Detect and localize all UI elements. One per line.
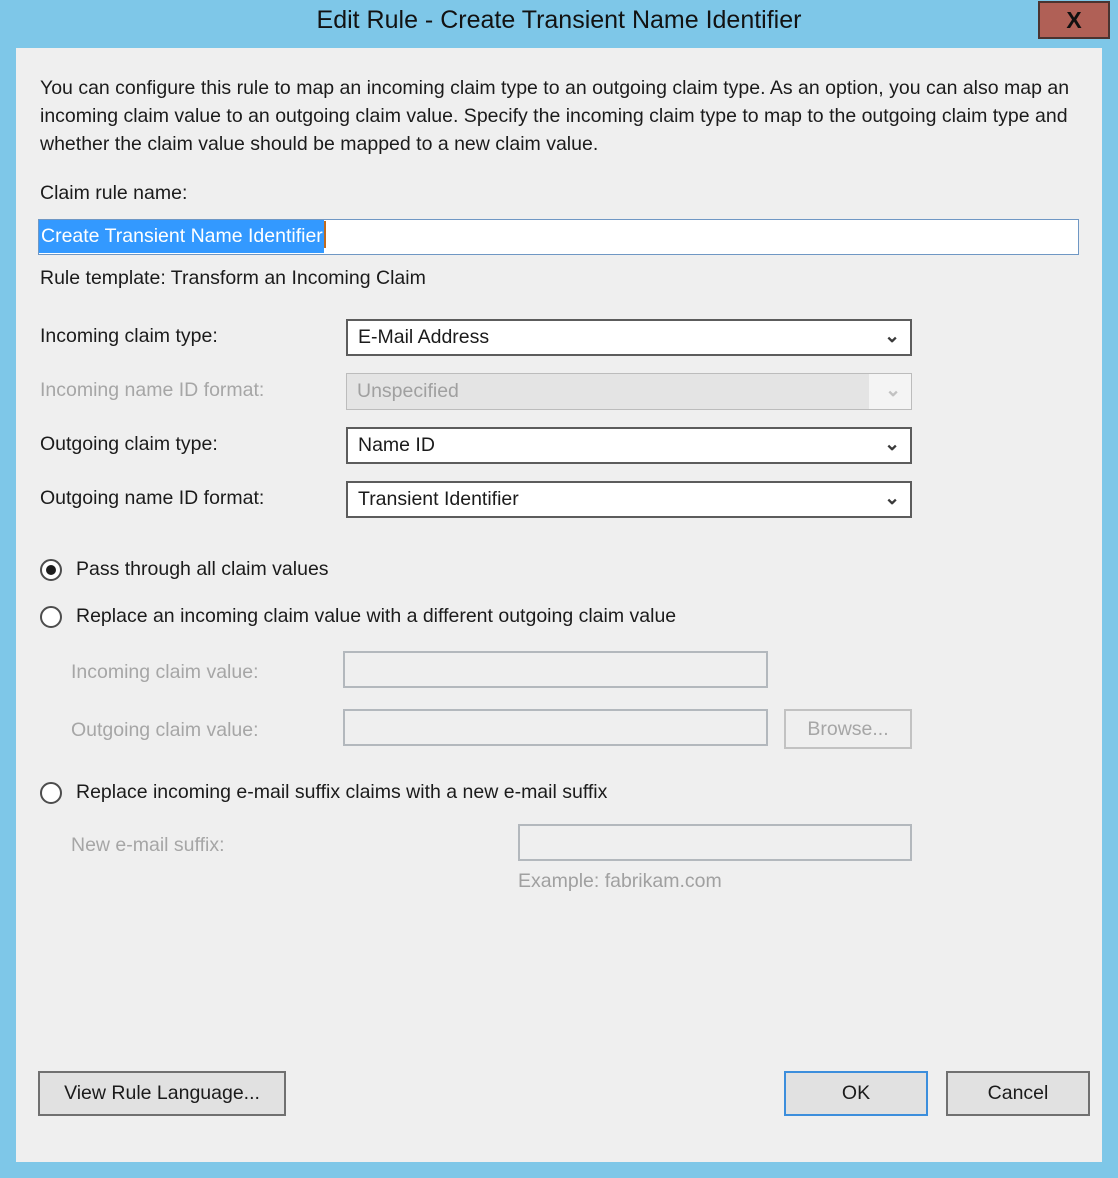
new-email-suffix-label: New e-mail suffix: [71, 834, 225, 857]
chevron-down-icon: ⌄ [884, 483, 900, 516]
chevron-down-icon: ⌄ [884, 429, 900, 462]
radio-button-icon [40, 782, 62, 804]
dialog-title: Edit Rule - Create Transient Name Identi… [0, 0, 1118, 44]
description-text: You can configure this rule to map an in… [40, 74, 1070, 158]
text-caret [324, 221, 326, 248]
chevron-down-icon: ⌄ [884, 321, 900, 354]
incoming-claim-value-input [343, 651, 768, 688]
incoming-claim-type-select[interactable]: E-Mail Address ⌄ [346, 319, 912, 356]
radio-replace-claim-value-label: Replace an incoming claim value with a d… [76, 605, 676, 628]
claim-rule-name-label: Claim rule name: [40, 182, 187, 205]
edit-rule-dialog: Edit Rule - Create Transient Name Identi… [0, 0, 1118, 1178]
claim-rule-name-value: Create Transient Name Identifier [39, 220, 324, 253]
radio-pass-through-label: Pass through all claim values [76, 558, 329, 581]
outgoing-claim-type-label: Outgoing claim type: [40, 433, 218, 456]
incoming-claim-type-label: Incoming claim type: [40, 325, 218, 348]
browse-button: Browse... [784, 709, 912, 749]
incoming-name-id-format-select: Unspecified ⌄ [346, 373, 912, 410]
incoming-name-id-format-label: Incoming name ID format: [40, 379, 264, 402]
rule-template-text: Rule template: Transform an Incoming Cla… [40, 267, 426, 290]
incoming-name-id-format-value: Unspecified [357, 374, 459, 409]
radio-pass-through-all-claim-values[interactable]: Pass through all claim values [40, 558, 329, 581]
new-email-suffix-input [518, 824, 912, 861]
radio-button-icon [40, 606, 62, 628]
radio-replace-email-suffix-label: Replace incoming e-mail suffix claims wi… [76, 781, 607, 804]
outgoing-name-id-format-label: Outgoing name ID format: [40, 487, 264, 510]
ok-button[interactable]: OK [784, 1071, 928, 1116]
outgoing-name-id-format-value: Transient Identifier [358, 483, 519, 516]
cancel-button[interactable]: Cancel [946, 1071, 1090, 1116]
email-suffix-example-text: Example: fabrikam.com [518, 870, 722, 893]
incoming-claim-type-value: E-Mail Address [358, 321, 489, 354]
outgoing-claim-value-label: Outgoing claim value: [71, 719, 259, 742]
dialog-client-area: You can configure this rule to map an in… [16, 48, 1102, 1162]
outgoing-name-id-format-select[interactable]: Transient Identifier ⌄ [346, 481, 912, 518]
view-rule-language-button[interactable]: View Rule Language... [38, 1071, 286, 1116]
outgoing-claim-type-select[interactable]: Name ID ⌄ [346, 427, 912, 464]
radio-button-icon [40, 559, 62, 581]
title-bar: Edit Rule - Create Transient Name Identi… [0, 0, 1118, 44]
outgoing-claim-type-value: Name ID [358, 429, 435, 462]
close-icon[interactable]: X [1038, 1, 1110, 39]
claim-rule-name-input[interactable]: Create Transient Name Identifier [38, 219, 1079, 255]
radio-replace-email-suffix[interactable]: Replace incoming e-mail suffix claims wi… [40, 781, 607, 804]
radio-replace-incoming-claim-value[interactable]: Replace an incoming claim value with a d… [40, 605, 676, 628]
outgoing-claim-value-input [343, 709, 768, 746]
chevron-down-icon: ⌄ [885, 374, 901, 409]
incoming-claim-value-label: Incoming claim value: [71, 661, 259, 684]
